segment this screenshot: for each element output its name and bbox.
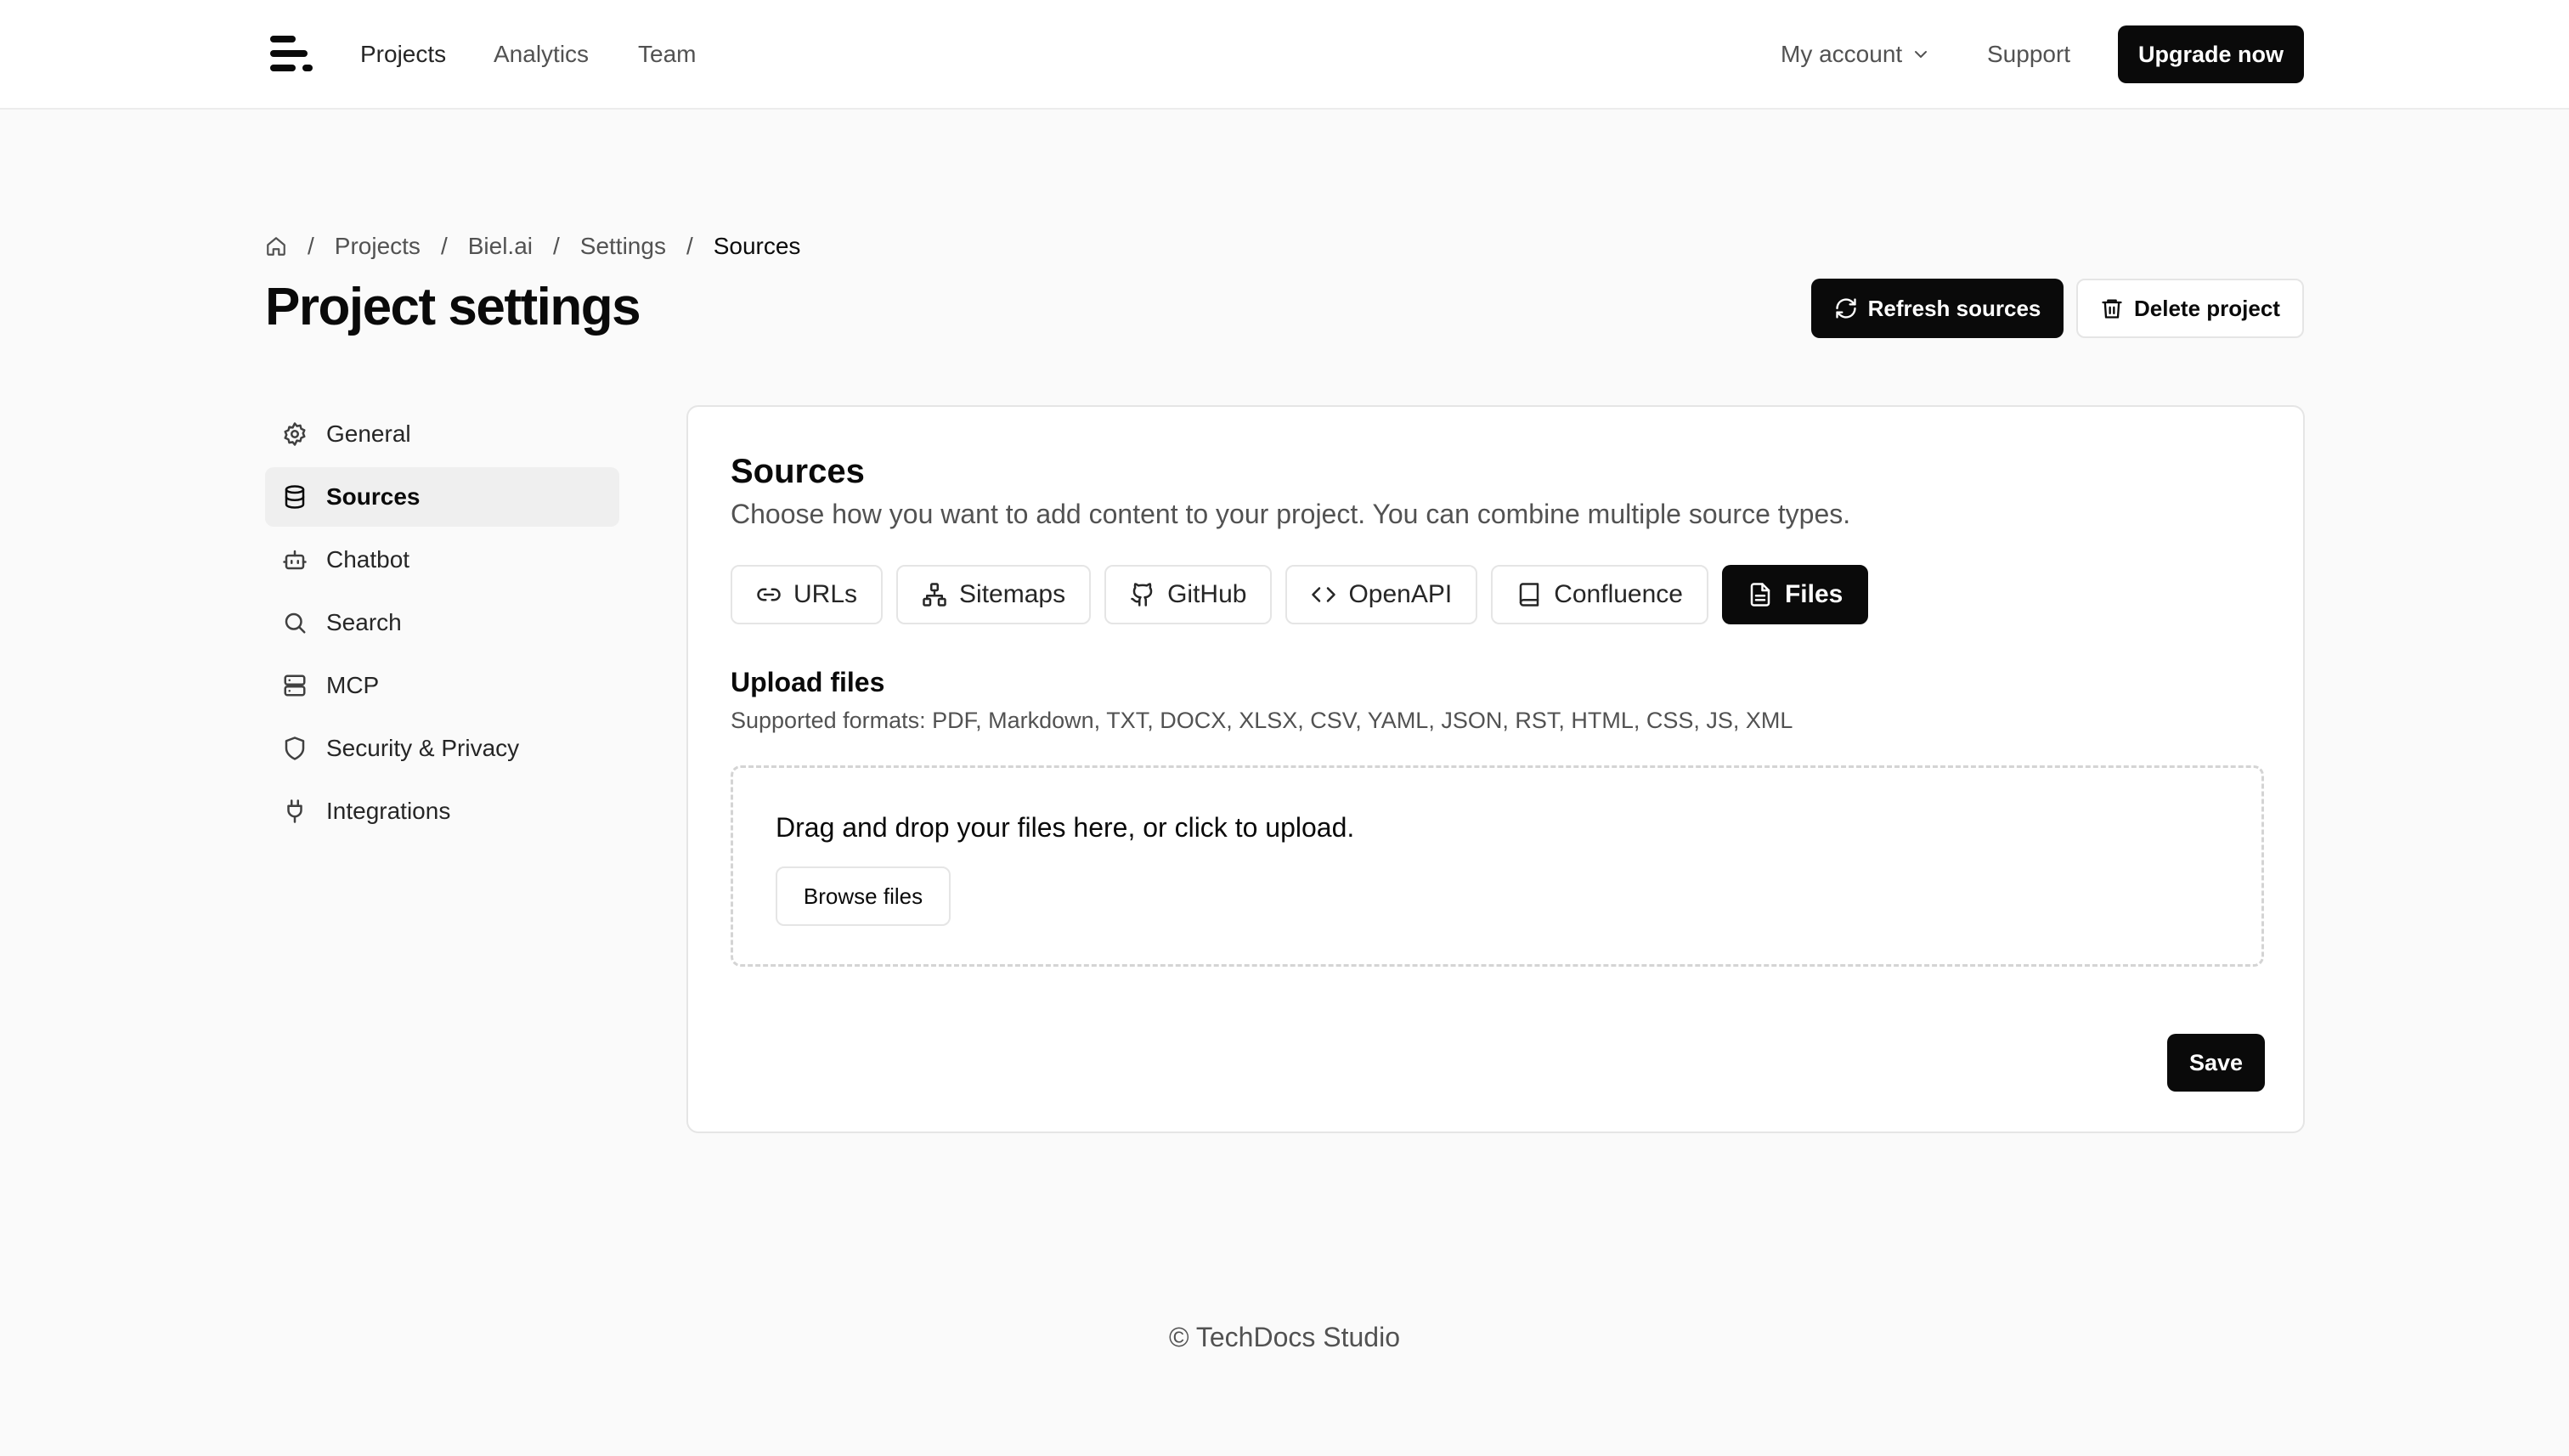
upgrade-now-button[interactable]: Upgrade now [2118, 25, 2304, 83]
breadcrumb: / Projects / Biel.ai / Settings / Source… [265, 229, 800, 263]
upload-files-title: Upload files [731, 667, 885, 697]
breadcrumb-current: Sources [713, 233, 801, 259]
page-title: Project settings [265, 278, 641, 336]
sidebar-item-label: Sources [326, 483, 421, 510]
trash-icon [2102, 299, 2122, 319]
sidebar-item-sources[interactable]: Sources [265, 467, 619, 527]
nav-projects[interactable]: Projects [360, 37, 446, 71]
tab-label: Sitemaps [959, 580, 1066, 608]
delete-project-button[interactable]: Delete project [2076, 279, 2304, 338]
gear-icon [284, 422, 306, 446]
tab-label: GitHub [1167, 580, 1247, 608]
server-icon [284, 674, 306, 697]
breadcrumb-separator: / [686, 233, 693, 259]
breadcrumb-separator: / [552, 233, 560, 259]
section-title: Sources [731, 453, 865, 490]
tab-label: OpenAPI [1348, 580, 1453, 608]
breadcrumb-separator: / [440, 233, 448, 259]
book-icon [1519, 583, 1539, 607]
sidebar-item-chatbot[interactable]: Chatbot [265, 530, 619, 590]
sidebar-item-label: Chatbot [326, 546, 410, 573]
tab-files[interactable]: Files [1721, 565, 1869, 624]
sources-card: Sources Choose how you want to add conte… [686, 405, 2305, 1133]
sidebar-item-label: Security & Privacy [326, 735, 520, 761]
chevron-down-icon [1915, 51, 1928, 58]
tab-github[interactable]: GitHub [1104, 565, 1273, 624]
nav-team[interactable]: Team [638, 37, 696, 71]
breadcrumb-separator: / [308, 233, 314, 259]
supported-formats: Supported formats: PDF, Markdown, TXT, D… [731, 708, 1793, 733]
my-account-label: My account [1781, 41, 1903, 67]
section-description: Choose how you want to add content to yo… [731, 499, 1851, 529]
save-button[interactable]: Save [2167, 1034, 2265, 1092]
shield-icon [285, 736, 305, 760]
plug-icon [287, 799, 302, 823]
footer-copyright: © TechDocs Studio [1168, 1322, 1400, 1352]
tab-confluence[interactable]: Confluence [1491, 565, 1708, 624]
breadcrumb-projects[interactable]: Projects [335, 233, 421, 260]
bot-icon [283, 550, 307, 570]
dropzone-text: Drag and drop your files here, or click … [776, 812, 1355, 843]
tab-openapi[interactable]: OpenAPI [1285, 565, 1478, 624]
nav-analytics[interactable]: Analytics [494, 37, 589, 71]
database-icon [285, 485, 305, 509]
link-icon [757, 588, 781, 601]
code-icon [1312, 587, 1336, 602]
sidebar-item-label: Integrations [326, 798, 451, 824]
source-type-tabs: URLs Sitemaps GitHub OpenAPI Confluence … [731, 565, 1869, 624]
sidebar-item-search[interactable]: Search [265, 593, 619, 652]
file-dropzone[interactable]: Drag and drop your files here, or click … [731, 765, 2264, 967]
logo-icon[interactable] [270, 34, 314, 73]
sidebar-item-integrations[interactable]: Integrations [265, 782, 619, 841]
github-icon [1131, 583, 1153, 607]
tab-label: Confluence [1554, 580, 1683, 608]
sidebar-item-label: Search [326, 609, 402, 635]
breadcrumb-settings[interactable]: Settings [580, 233, 666, 260]
sidebar-item-mcp[interactable]: MCP [265, 656, 619, 715]
nav-support[interactable]: Support [1987, 37, 2070, 71]
sitemap-icon [923, 583, 946, 607]
tab-label: Files [1784, 580, 1843, 608]
search-icon [285, 612, 306, 634]
refresh-sources-button[interactable]: Refresh sources [1811, 279, 2064, 338]
delete-project-label: Delete project [2134, 295, 2280, 321]
refresh-icon [1835, 298, 1856, 319]
sidebar-item-label: General [326, 420, 411, 447]
breadcrumb-project[interactable]: Biel.ai [468, 233, 533, 260]
sidebar-item-security[interactable]: Security & Privacy [265, 719, 619, 778]
top-navbar: Projects Analytics Team My account Suppo… [0, 0, 2569, 110]
my-account-dropdown[interactable]: My account [1781, 37, 1931, 71]
sidebar-item-label: MCP [326, 672, 380, 698]
file-icon [1750, 583, 1770, 607]
browse-files-button[interactable]: Browse files [776, 866, 951, 926]
settings-sidebar: General Sources Chatbot Search MCP Secur… [265, 404, 619, 844]
refresh-sources-label: Refresh sources [1867, 295, 2041, 321]
tab-label: URLs [793, 580, 858, 608]
sidebar-item-general[interactable]: General [265, 404, 619, 464]
tab-sitemaps[interactable]: Sitemaps [896, 565, 1092, 624]
tab-urls[interactable]: URLs [731, 565, 884, 624]
home-icon[interactable] [265, 235, 287, 257]
